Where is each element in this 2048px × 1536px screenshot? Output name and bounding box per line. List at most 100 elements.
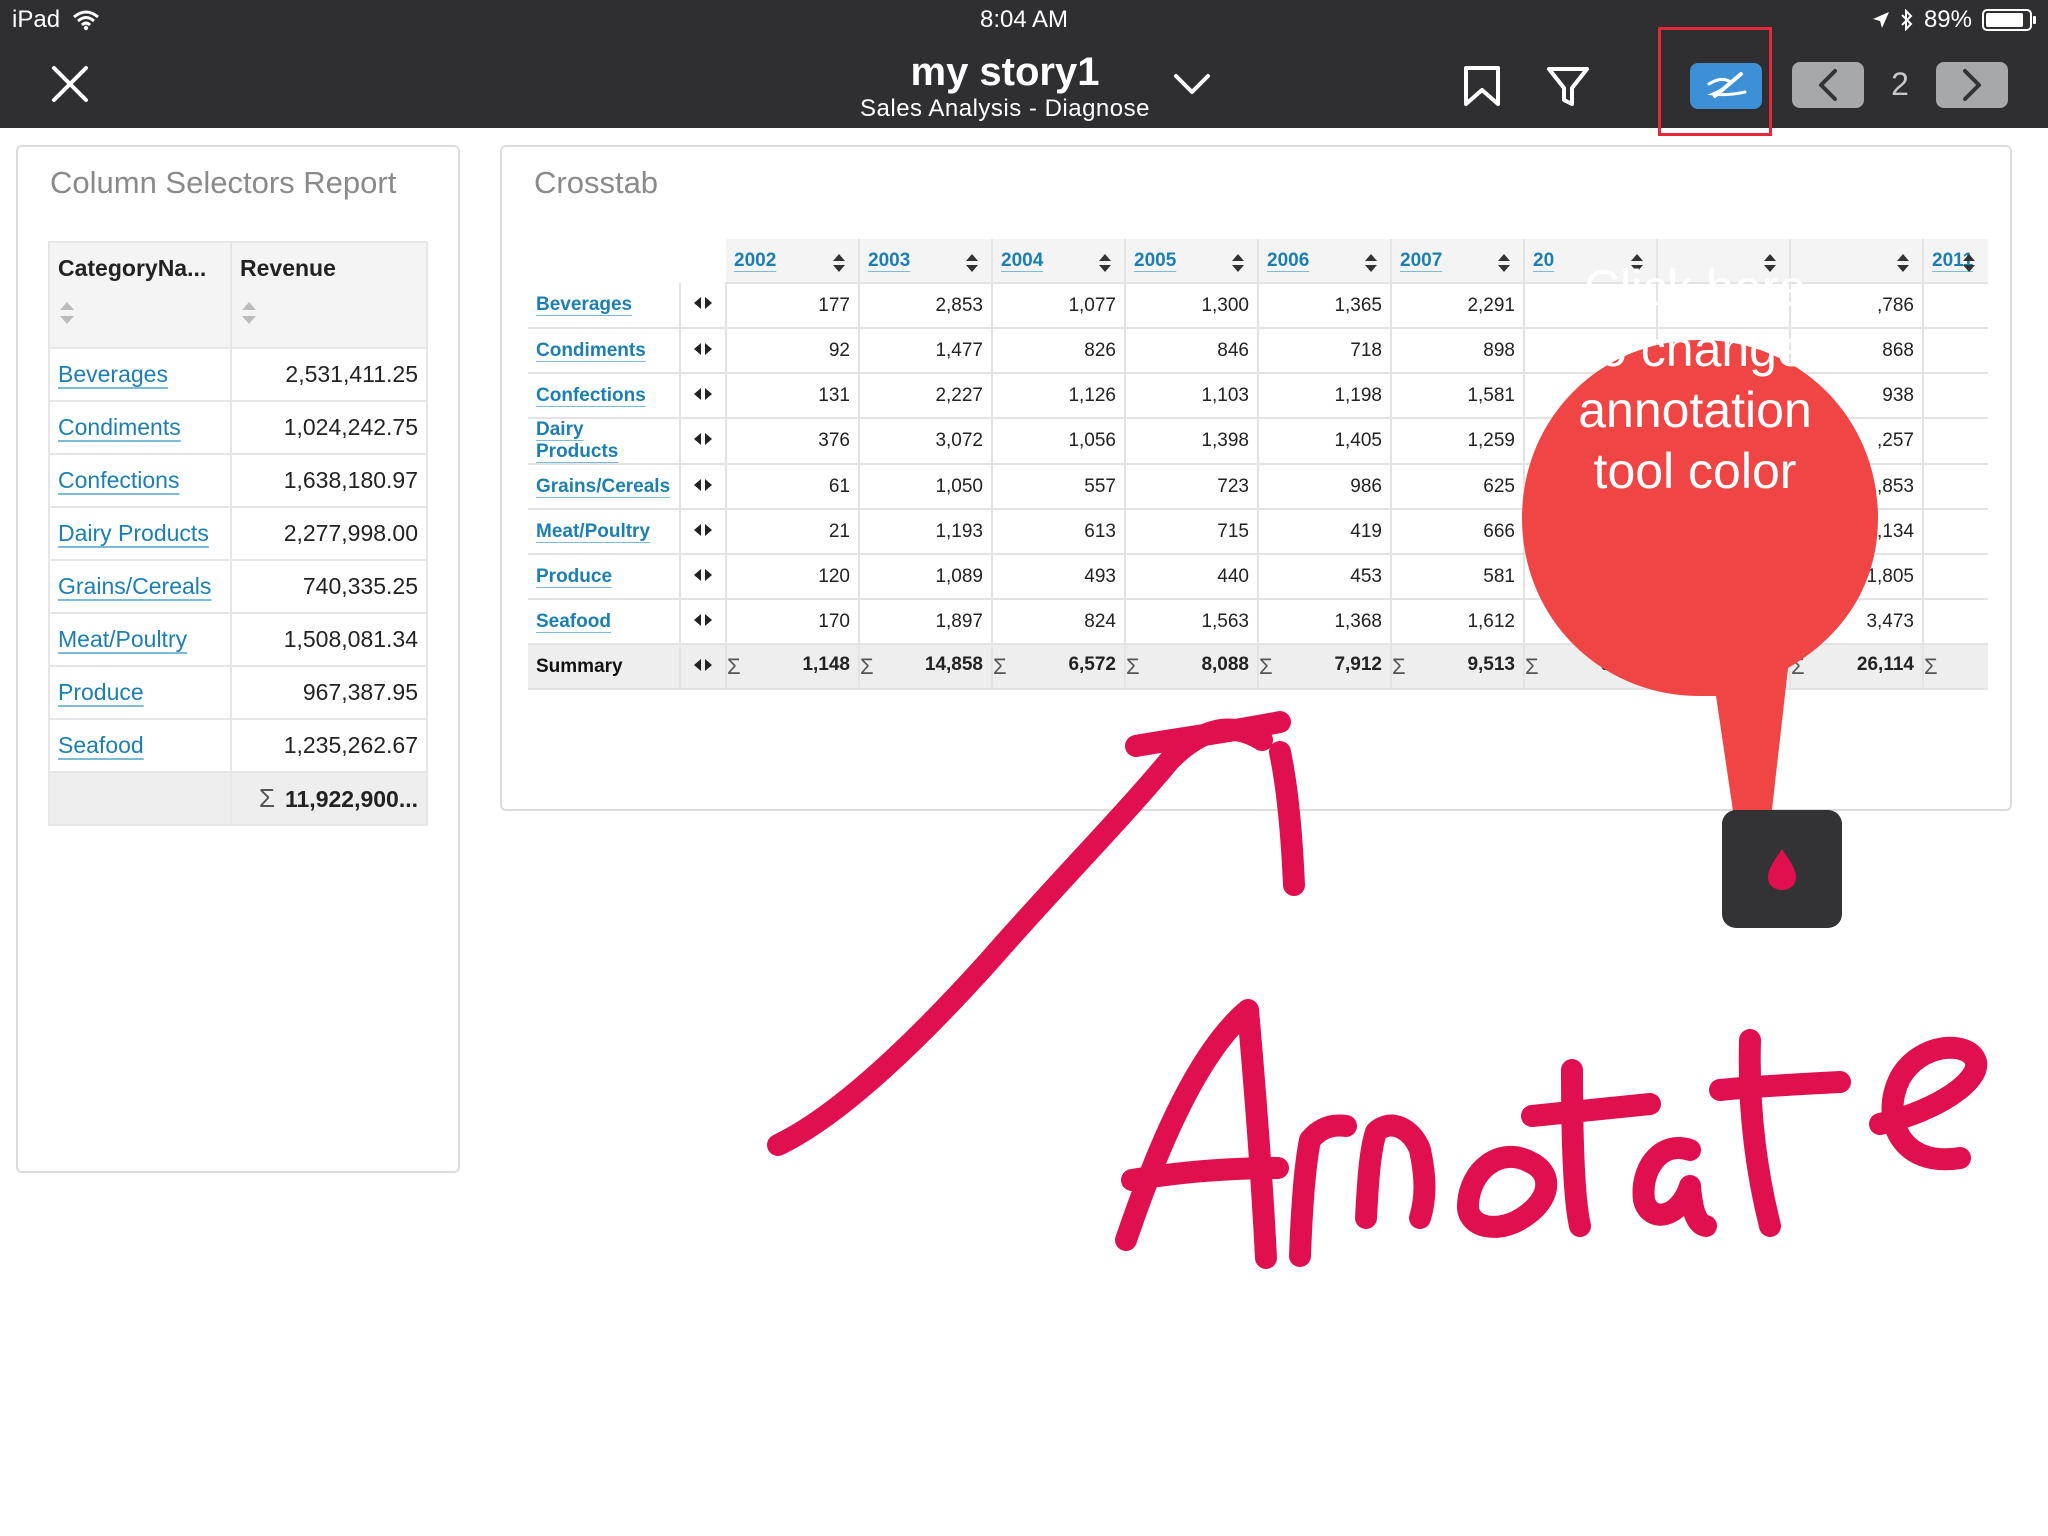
expand-collapse-icon[interactable] xyxy=(693,568,713,582)
expand-collapse-icon[interactable] xyxy=(693,613,713,627)
bookmark-icon[interactable] xyxy=(1460,64,1504,108)
expand-control[interactable] xyxy=(680,599,727,645)
chevron-down-icon[interactable] xyxy=(1172,70,1212,98)
category-link[interactable]: Seafood xyxy=(58,732,144,758)
filter-icon[interactable] xyxy=(1546,64,1590,108)
expand-collapse-icon[interactable] xyxy=(693,478,713,492)
year-column-header[interactable]: 2004 xyxy=(992,239,1126,284)
revenue-cell: 740,335.25 xyxy=(230,559,428,614)
row-label-link[interactable]: Condiments xyxy=(536,340,646,361)
category-cell[interactable]: Beverages xyxy=(48,347,232,402)
category-cell[interactable]: Meat/Poultry xyxy=(48,612,232,667)
expand-collapse-icon[interactable] xyxy=(693,523,713,537)
category-link[interactable]: Grains/Cereals xyxy=(58,573,211,599)
row-label-link[interactable]: Seafood xyxy=(536,611,611,632)
row-label-link[interactable]: Dairy Products xyxy=(536,419,618,462)
expand-control[interactable] xyxy=(680,464,727,510)
row-label-cell[interactable]: Condiments xyxy=(528,328,681,374)
sort-icon[interactable] xyxy=(1364,253,1378,273)
row-label-cell[interactable]: Grains/Cereals xyxy=(528,464,681,510)
category-link[interactable]: Confections xyxy=(58,467,179,493)
category-cell[interactable]: Grains/Cereals xyxy=(48,559,232,614)
sort-icon[interactable] xyxy=(965,253,979,273)
year-link[interactable]: 2003 xyxy=(868,250,910,271)
expand-control[interactable] xyxy=(680,418,727,465)
row-label-link[interactable]: Produce xyxy=(536,566,612,587)
summary-value: 8,088 xyxy=(1201,653,1249,675)
sort-icon[interactable] xyxy=(832,253,846,273)
value-cell xyxy=(1923,328,1988,374)
expand-control[interactable] xyxy=(680,509,727,555)
year-column-header[interactable]: 2011 xyxy=(1923,239,1988,284)
value-cell: 1,581 xyxy=(1391,373,1525,419)
expand-collapse-icon[interactable] xyxy=(693,658,713,672)
year-column-header[interactable]: 2007 xyxy=(1391,239,1525,284)
value-cell: 1,103 xyxy=(1125,373,1259,419)
row-label-cell[interactable]: Produce xyxy=(528,554,681,600)
row-label-cell[interactable]: Beverages xyxy=(528,283,681,329)
sort-icon[interactable] xyxy=(1962,253,1976,273)
category-cell[interactable]: Produce xyxy=(48,665,232,720)
column-header-revenue[interactable]: Revenue xyxy=(230,241,428,349)
summary-value-cell: Σ 8,088 xyxy=(1125,644,1259,690)
expand-collapse-icon[interactable] xyxy=(693,387,713,401)
year-link[interactable]: 2005 xyxy=(1134,250,1176,271)
row-label-link[interactable]: Beverages xyxy=(536,294,632,315)
summary-value-cell: Σ 9,513 xyxy=(1391,644,1525,690)
category-link[interactable]: Beverages xyxy=(58,361,168,387)
category-cell[interactable]: Dairy Products xyxy=(48,506,232,561)
sort-icon[interactable] xyxy=(58,300,76,326)
story-title-block[interactable]: my story1 Sales Analysis - Diagnose xyxy=(820,50,1190,124)
close-icon[interactable] xyxy=(50,64,90,104)
year-column-header[interactable]: 2006 xyxy=(1258,239,1392,284)
category-link[interactable]: Produce xyxy=(58,679,144,705)
expand-control[interactable] xyxy=(680,373,727,419)
summary-value: 14,858 xyxy=(924,653,983,675)
row-label-cell[interactable]: Confections xyxy=(528,373,681,419)
row-label-link[interactable]: Grains/Cereals xyxy=(536,476,670,497)
category-link[interactable]: Meat/Poultry xyxy=(58,626,187,652)
page-number: 2 xyxy=(1891,66,1909,102)
year-column-header[interactable]: 2003 xyxy=(859,239,993,284)
annotation-color-button[interactable] xyxy=(1722,810,1842,928)
callout-line: to change xyxy=(1585,321,1805,377)
expand-control[interactable] xyxy=(680,644,727,690)
sort-icon[interactable] xyxy=(1231,253,1245,273)
sort-icon[interactable] xyxy=(240,300,258,326)
expand-collapse-icon[interactable] xyxy=(693,342,713,356)
row-label-cell[interactable]: Seafood xyxy=(528,599,681,645)
report-header-row: CategoryNa... Revenue xyxy=(48,241,428,349)
row-label-cell[interactable]: Dairy Products xyxy=(528,418,681,465)
row-label-cell[interactable]: Meat/Poultry xyxy=(528,509,681,555)
bluetooth-icon xyxy=(1901,9,1913,31)
category-link[interactable]: Dairy Products xyxy=(58,520,209,546)
category-cell[interactable]: Condiments xyxy=(48,400,232,455)
table-row: Condiments 1,024,242.75 xyxy=(48,400,428,455)
year-link[interactable]: 2004 xyxy=(1001,250,1043,271)
year-link[interactable]: 2006 xyxy=(1267,250,1309,271)
expand-collapse-icon[interactable] xyxy=(693,296,713,310)
value-cell: 3,072 xyxy=(859,418,993,465)
sort-icon[interactable] xyxy=(1098,253,1112,273)
expand-collapse-icon[interactable] xyxy=(693,432,713,446)
year-column-header[interactable]: 2002 xyxy=(726,239,860,284)
year-link[interactable]: 2007 xyxy=(1400,250,1442,271)
prev-page-button[interactable] xyxy=(1792,62,1864,108)
row-label-link[interactable]: Meat/Poultry xyxy=(536,521,650,542)
table-row: Produce 967,387.95 xyxy=(48,665,428,720)
year-column-header[interactable]: 2005 xyxy=(1125,239,1259,284)
column-header-category[interactable]: CategoryNa... xyxy=(48,241,232,349)
category-cell[interactable]: Seafood xyxy=(48,718,232,773)
row-label-link[interactable]: Confections xyxy=(536,385,646,406)
value-cell: 92 xyxy=(726,328,860,374)
category-cell[interactable]: Confections xyxy=(48,453,232,508)
category-link[interactable]: Condiments xyxy=(58,414,181,440)
sort-icon[interactable] xyxy=(1896,253,1910,273)
expand-control[interactable] xyxy=(680,283,727,329)
next-page-button[interactable] xyxy=(1936,62,2008,108)
sort-icon[interactable] xyxy=(1497,253,1511,273)
expand-control[interactable] xyxy=(680,554,727,600)
expand-control[interactable] xyxy=(680,328,727,374)
value-cell: 453 xyxy=(1258,554,1392,600)
year-link[interactable]: 2002 xyxy=(734,250,776,271)
